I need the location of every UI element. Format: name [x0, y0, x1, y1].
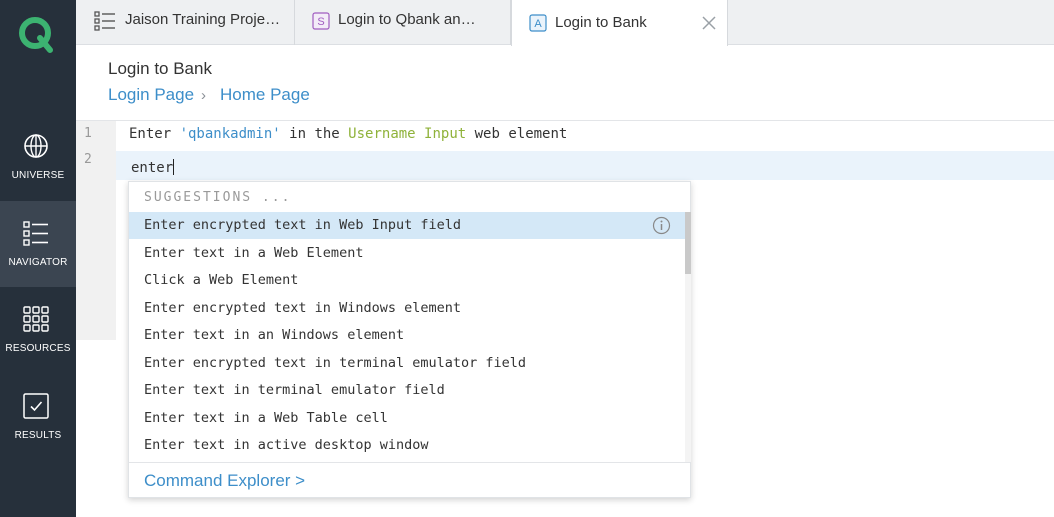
suggestion-item[interactable]: Enter text in active desktop window — [129, 432, 685, 459]
nav-resources-label: RESOURCES — [5, 343, 71, 354]
suggestion-text: Click a Web Element — [144, 272, 299, 288]
breadcrumb-home-page[interactable]: Home Page — [220, 85, 310, 105]
suggestion-text: Enter text in a Web Table cell — [144, 410, 388, 426]
string-token: 'qbankadmin' — [179, 126, 281, 142]
nav-resources[interactable]: RESOURCES — [0, 288, 76, 374]
list-icon — [94, 11, 115, 31]
s-badge-icon: S — [312, 12, 330, 30]
typed-text: enter — [131, 160, 174, 176]
nav-universe-label: UNIVERSE — [11, 170, 65, 181]
suggestions-header: SUGGESTIONS ... — [144, 190, 292, 205]
object-token: Username Input — [348, 126, 467, 142]
globe-icon — [24, 134, 48, 158]
suggestion-item[interactable]: Enter encrypted text in Web Input field — [129, 212, 685, 239]
suggestion-text: Enter encrypted text in Web Input field — [144, 217, 461, 233]
nav-results-label: RESULTS — [14, 430, 62, 441]
suggestion-item[interactable]: Enter text in an Windows element — [129, 322, 685, 349]
line-gutter — [76, 121, 116, 340]
code-line-1[interactable]: Enter 'qbankadmin' in the Username Input… — [129, 126, 567, 142]
suggestion-item[interactable]: Click a Web Element — [129, 267, 685, 294]
tab-login-to-qbank[interactable]: S Login to Qbank an… — [295, 0, 511, 45]
suggestion-item[interactable]: Enter text in a Web Table cell — [129, 405, 685, 432]
suggestion-item[interactable]: Enter encrypted text in Windows element — [129, 295, 685, 322]
page-title: Login to Bank — [108, 59, 212, 78]
suggestion-text: Enter encrypted text in Windows element — [144, 300, 461, 316]
tab-login-to-bank[interactable]: A Login to Bank — [511, 0, 728, 46]
svg-text:S: S — [317, 16, 324, 28]
tab-jaison-training-project[interactable]: Jaison Training Proje… — [76, 0, 295, 45]
qtest-logo-icon[interactable] — [16, 14, 56, 54]
grid-icon — [23, 306, 49, 332]
suggestion-text: Enter text in a Web Element — [144, 245, 364, 261]
active-line-highlight — [116, 151, 1054, 180]
nav-results[interactable]: RESULTS — [0, 375, 76, 461]
suggestion-text: Enter encrypted text in terminal emulato… — [144, 355, 527, 371]
info-icon[interactable] — [652, 216, 671, 235]
suggestion-item[interactable]: Enter text in terminal emulator field — [129, 377, 685, 404]
nav-navigator[interactable]: NAVIGATOR — [0, 201, 76, 287]
svg-text:A: A — [534, 18, 542, 30]
suggestions-popup: SUGGESTIONS ... Enter encrypted text in … — [128, 181, 691, 498]
breadcrumb-separator: › — [201, 87, 206, 104]
code-line-2[interactable]: enter — [131, 159, 175, 176]
tab-label: Jaison Training Proje… — [125, 11, 281, 28]
nav-navigator-label: NAVIGATOR — [8, 257, 68, 268]
checkbox-icon — [23, 393, 49, 419]
a-badge-icon: A — [529, 14, 547, 32]
suggestion-item[interactable]: Enter text in a Web Element — [129, 240, 685, 267]
tab-label: Login to Bank — [555, 14, 647, 31]
suggestion-item[interactable]: Enter encrypted text in terminal emulato… — [129, 350, 685, 377]
close-icon[interactable] — [701, 15, 717, 31]
tab-bar: Jaison Training Proje… S Login to Qbank … — [76, 0, 1054, 46]
keyword-token: web element — [466, 126, 568, 142]
suggestion-text: Enter text in active desktop window — [144, 437, 429, 453]
breadcrumb-login-page[interactable]: Login Page — [108, 85, 194, 105]
list-icon — [23, 221, 48, 246]
text-cursor — [173, 159, 175, 175]
suggestion-text: Enter text in terminal emulator field — [144, 382, 445, 398]
tab-label: Login to Qbank an… — [338, 11, 476, 28]
popup-divider — [129, 462, 690, 463]
header-divider — [76, 120, 1054, 121]
keyword-token: in the — [280, 126, 349, 142]
suggestion-text: Enter text in an Windows element — [144, 327, 405, 343]
sidebar: UNIVERSE NAVIGATOR RESOURCES RESULTS — [0, 0, 76, 517]
command-explorer-link[interactable]: Command Explorer > — [144, 471, 305, 491]
keyword-token: Enter — [129, 126, 180, 142]
scrollbar-thumb[interactable] — [685, 212, 691, 274]
line-number: 2 — [84, 152, 92, 167]
line-number: 1 — [84, 126, 92, 141]
